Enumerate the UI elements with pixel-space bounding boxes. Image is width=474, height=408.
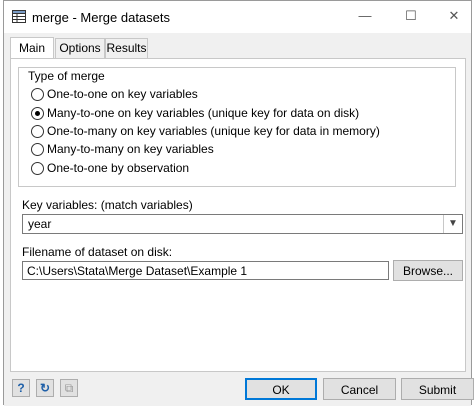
tab-main[interactable]: Main bbox=[10, 37, 54, 59]
tab-results[interactable]: Results bbox=[105, 38, 148, 58]
merge-dialog-window: merge - Merge datasets — ☐ ✕ Main Option… bbox=[3, 0, 474, 406]
filename-label: Filename of dataset on disk: bbox=[22, 245, 173, 259]
cancel-button[interactable]: Cancel bbox=[323, 378, 396, 400]
radio-label: One-to-many on key variables (unique key… bbox=[47, 124, 380, 138]
help-icon[interactable]: ? bbox=[12, 379, 30, 397]
close-icon[interactable]: ✕ bbox=[447, 9, 461, 23]
key-variables-combobox[interactable]: year ▼ bbox=[22, 214, 463, 234]
copy-command-icon[interactable]: ⧉ bbox=[60, 379, 78, 397]
radio-label: One-to-one by observation bbox=[47, 161, 190, 175]
reset-icon[interactable]: ↻ bbox=[36, 379, 54, 397]
dataset-window-icon bbox=[12, 10, 26, 23]
radio-button[interactable] bbox=[31, 143, 44, 156]
minimize-icon[interactable]: — bbox=[358, 9, 372, 23]
maximize-icon[interactable]: ☐ bbox=[404, 9, 418, 23]
radio-label: Many-to-one on key variables (unique key… bbox=[47, 106, 360, 120]
window-title: merge - Merge datasets bbox=[32, 10, 171, 25]
browse-button[interactable]: Browse... bbox=[393, 260, 463, 281]
ok-button[interactable]: OK bbox=[245, 378, 317, 400]
filename-input[interactable]: C:\Users\Stata\Merge Dataset\Example 1 bbox=[22, 261, 389, 280]
key-variables-label: Key variables: (match variables) bbox=[22, 198, 193, 212]
radio-button[interactable] bbox=[31, 125, 44, 138]
radio-label: Many-to-many on key variables bbox=[47, 142, 214, 156]
tab-options[interactable]: Options bbox=[55, 38, 105, 58]
filename-value: C:\Users\Stata\Merge Dataset\Example 1 bbox=[27, 264, 248, 278]
key-variables-value: year bbox=[28, 217, 52, 231]
radio-button[interactable] bbox=[31, 162, 44, 175]
submit-button[interactable]: Submit bbox=[401, 378, 474, 400]
chevron-down-icon[interactable]: ▼ bbox=[443, 215, 462, 233]
radio-button-selected[interactable] bbox=[31, 107, 44, 120]
merge-type-legend: Type of merge bbox=[26, 69, 107, 83]
radio-button[interactable] bbox=[31, 88, 44, 101]
radio-label: One-to-one on key variables bbox=[47, 87, 198, 101]
title-bar[interactable]: merge - Merge datasets — ☐ ✕ bbox=[4, 1, 471, 33]
